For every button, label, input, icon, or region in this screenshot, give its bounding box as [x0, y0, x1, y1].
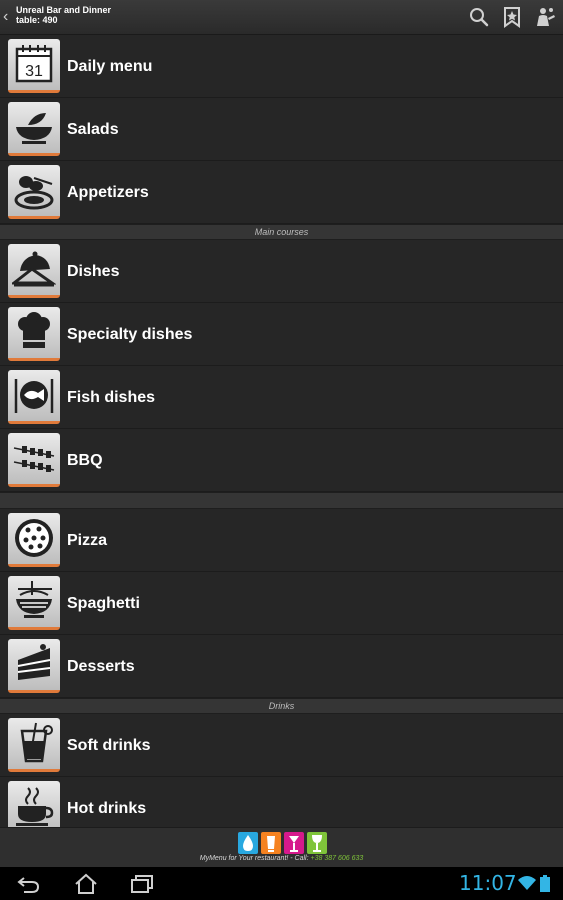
salad-tile: [8, 102, 60, 156]
calendar-tile: 31: [8, 39, 60, 93]
battery-icon: [540, 875, 550, 892]
fish-tile: [8, 370, 60, 424]
menu-item-fish-dishes[interactable]: Fish dishes: [0, 366, 563, 429]
menu-item-label: BBQ: [67, 452, 103, 469]
chef-hat-icon: [18, 312, 50, 348]
menu-item-label: Salads: [67, 121, 119, 138]
recent-apps-icon[interactable]: [129, 872, 155, 896]
section-header-drinks: Drinks: [0, 698, 563, 714]
wifi-icon: [518, 876, 536, 890]
promo-icons: [238, 832, 328, 854]
promo-text: MyMenu for Your restaurant! - Call: +38 …: [0, 855, 563, 862]
section-header-main-courses: Main courses: [0, 224, 563, 240]
promo-footer[interactable]: MyMenu for Your restaurant! - Call: +38 …: [0, 827, 563, 867]
menu-item-salads[interactable]: Salads: [0, 98, 563, 161]
bookmark-icon[interactable]: [501, 6, 523, 28]
menu-item-label: Daily menu: [67, 58, 153, 75]
soft-drinks-tile: [8, 718, 60, 772]
cloche-icon: [12, 251, 56, 287]
search-icon[interactable]: [468, 6, 490, 28]
orange-drink-icon: [261, 832, 281, 854]
soft-drink-glass-icon: [20, 722, 53, 763]
system-navigation-bar: 11:07: [0, 867, 563, 900]
action-bar: ‹ Unreal Bar and Dinner table: 490: [0, 0, 563, 35]
appetizer-tile: [8, 165, 60, 219]
menu-item-pizza[interactable]: Pizza: [0, 509, 563, 572]
section-header-blank: [0, 492, 563, 509]
call-waiter-icon[interactable]: [534, 6, 556, 28]
menu-item-label: Desserts: [67, 658, 135, 675]
coffee-cup-icon: [16, 787, 54, 826]
pizza-icon: [15, 519, 53, 557]
appetizer-plate-icon: [14, 176, 54, 210]
restaurant-name: Unreal Bar and Dinner: [16, 5, 112, 15]
calendar-icon: 31: [15, 45, 53, 83]
spaghetti-bowl-icon: [16, 581, 52, 618]
menu-item-dishes[interactable]: Dishes: [0, 240, 563, 303]
cake-slice-icon: [17, 644, 51, 680]
menu-item-appetizers[interactable]: Appetizers: [0, 161, 563, 224]
home-icon[interactable]: [73, 872, 99, 896]
menu-item-label: Specialty dishes: [67, 326, 193, 343]
table-number: table: 490: [16, 15, 58, 25]
menu-item-soft-drinks[interactable]: Soft drinks: [0, 714, 563, 777]
skewers-icon: [13, 446, 55, 472]
menu-item-daily-menu[interactable]: 31 Daily menu: [0, 35, 563, 98]
pink-cocktail-icon: [284, 832, 304, 854]
dishes-tile: [8, 244, 60, 298]
back-chevron-icon[interactable]: ‹: [3, 8, 13, 26]
calendar-day: 31: [25, 63, 43, 80]
salad-bowl-icon: [16, 113, 52, 144]
menu-item-bbq[interactable]: BBQ: [0, 429, 563, 492]
fish-plate-icon: [14, 379, 54, 413]
status-clock: 11:07: [459, 871, 517, 895]
promo-phone: +38 387 606 633: [310, 855, 364, 862]
menu-item-label: Pizza: [67, 532, 108, 549]
green-wine-icon: [307, 832, 327, 854]
menu-item-label: Appetizers: [67, 184, 149, 201]
menu-item-label: Dishes: [67, 263, 120, 280]
menu-list: 31 Daily menu Salads Appetizers Main cou…: [0, 35, 563, 840]
menu-item-label: Spaghetti: [67, 595, 140, 612]
back-icon[interactable]: [16, 872, 42, 896]
menu-item-desserts[interactable]: Desserts: [0, 635, 563, 698]
menu-item-label: Fish dishes: [67, 389, 156, 406]
promo-label: MyMenu for Your restaurant! - Call:: [199, 855, 311, 862]
menu-item-spaghetti[interactable]: Spaghetti: [0, 572, 563, 635]
app-screen: ‹ Unreal Bar and Dinner table: 490 31 Da…: [0, 0, 563, 900]
spaghetti-tile: [8, 576, 60, 630]
desserts-tile: [8, 639, 60, 693]
menu-item-specialty-dishes[interactable]: Specialty dishes: [0, 303, 563, 366]
action-bar-title[interactable]: Unreal Bar and Dinner table: 490: [16, 5, 111, 25]
blue-drop-icon: [238, 832, 258, 854]
specialty-tile: [8, 307, 60, 361]
pizza-tile: [8, 513, 60, 567]
menu-item-label: Soft drinks: [67, 737, 151, 754]
bbq-tile: [8, 433, 60, 487]
